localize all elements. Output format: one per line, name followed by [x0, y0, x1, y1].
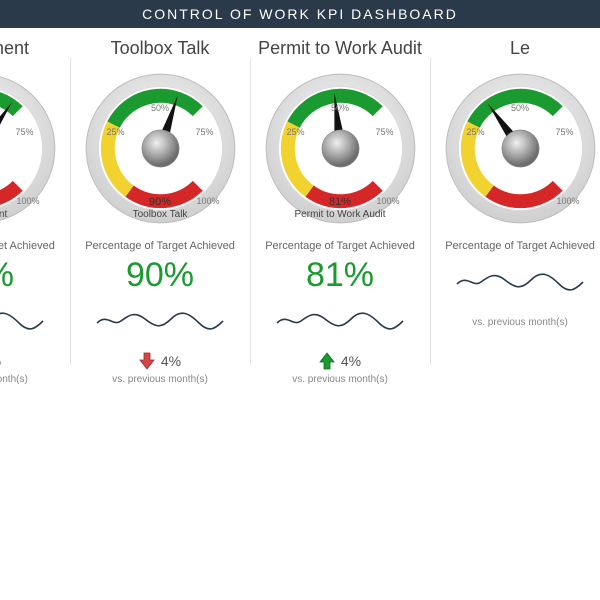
big-percent: 90%	[76, 256, 244, 295]
tick-75: 75%	[555, 127, 573, 137]
tick-25: 25%	[107, 127, 125, 137]
gauge-value: 90%	[149, 196, 171, 208]
vs-label: vs. previous month(s)	[76, 374, 244, 385]
kpi-card: Permit to Work Audit	[250, 28, 430, 385]
tick-75: 75%	[195, 127, 213, 137]
sparkline	[95, 303, 225, 337]
tick-100: 100%	[16, 196, 39, 206]
delta-value: 4%	[161, 353, 181, 369]
tick-50: 50%	[151, 103, 169, 113]
kpi-card: Assessment	[0, 28, 70, 385]
gauge-label: Toolbox Talk	[133, 209, 188, 220]
vs-label: vs. previous month(s)	[0, 374, 64, 385]
delta-value: 4%	[341, 353, 361, 369]
sparkline	[455, 264, 585, 298]
gauge: 25% 50% 75% 100% 96% Assessment	[0, 71, 58, 226]
sparkline	[0, 303, 45, 337]
subhead: Percentage of Target Achieved	[0, 240, 64, 252]
delta-arrow-icon	[139, 352, 155, 370]
tick-75: 75%	[375, 127, 393, 137]
gauge-label: Assessment	[0, 209, 7, 220]
gauge: 25% 50% 75% 100%	[443, 71, 598, 226]
kpi-title: Toolbox Talk	[76, 38, 244, 59]
tick-25: 25%	[287, 127, 305, 137]
kpi-title: Permit to Work Audit	[256, 38, 424, 59]
delta: 5%	[0, 352, 64, 370]
kpi-card: Toolbox Talk	[70, 28, 250, 385]
gauge: 25% 50% 75% 100% 81% Permit to Work Audi…	[263, 71, 418, 226]
gauge-label: Permit to Work Audit	[295, 209, 386, 220]
tick-100: 100%	[376, 196, 399, 206]
gauge: 25% 50% 75% 100% 90% Toolbox Talk	[83, 71, 238, 226]
tick-75: 75%	[15, 127, 33, 137]
big-percent: 96%	[0, 256, 64, 295]
tick-25: 25%	[467, 127, 485, 137]
kpi-card: Le	[430, 28, 600, 385]
kpi-title: Assessment	[0, 38, 64, 59]
subhead: Percentage of Target Achieved	[436, 240, 600, 252]
vs-label: vs. previous month(s)	[436, 317, 600, 328]
sparkline	[275, 303, 405, 337]
delta-arrow-icon	[319, 352, 335, 370]
tick-50: 50%	[511, 103, 529, 113]
subhead: Percentage of Target Achieved	[256, 240, 424, 252]
kpi-title: Le	[436, 38, 600, 59]
gauge-value: 81%	[329, 196, 351, 208]
delta: 4%	[76, 352, 244, 370]
vs-label: vs. previous month(s)	[256, 374, 424, 385]
page-title: CONTROL OF WORK KPI DASHBOARD	[0, 0, 600, 28]
subhead: Percentage of Target Achieved	[76, 240, 244, 252]
big-percent: 81%	[256, 256, 424, 295]
delta: 4%	[256, 352, 424, 370]
kpi-row: Assessment	[0, 28, 600, 385]
tick-100: 100%	[556, 196, 579, 206]
tick-100: 100%	[196, 196, 219, 206]
tick-50: 50%	[331, 103, 349, 113]
delta-value: 5%	[0, 353, 1, 369]
